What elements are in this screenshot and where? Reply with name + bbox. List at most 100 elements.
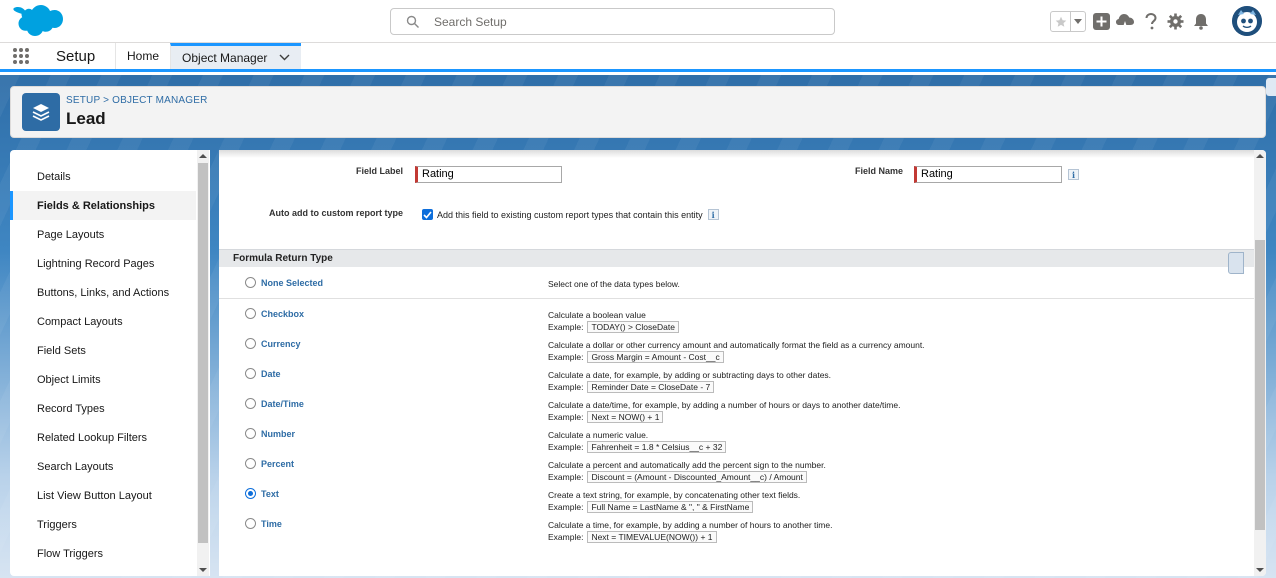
- return-type-checkbox[interactable]: Checkbox: [245, 308, 304, 319]
- favorites-group: [1050, 11, 1086, 32]
- field-label-label: Field Label: [355, 166, 403, 176]
- radio-time[interactable]: [245, 518, 256, 529]
- trailhead-guidance-icon[interactable]: [1116, 12, 1134, 30]
- salesforce-cloud-logo[interactable]: [11, 4, 63, 40]
- radio-text-selected[interactable]: [245, 488, 256, 499]
- sidebar-scrollbar[interactable]: [197, 150, 209, 576]
- header-tools: [1036, 0, 1276, 43]
- sidebar-item-buttons-links-actions[interactable]: Buttons, Links, and Actions: [10, 278, 196, 307]
- setup-gear-icon[interactable]: [1166, 12, 1184, 30]
- example-row: Example: Reminder Date = CloseDate - 7: [548, 381, 831, 393]
- radio-none-selected[interactable]: [245, 277, 256, 288]
- help-icon[interactable]: [1142, 12, 1160, 30]
- sidebar-item-lightning-record-pages[interactable]: Lightning Record Pages: [10, 249, 196, 278]
- return-type-currency[interactable]: Currency: [245, 338, 301, 349]
- favorites-dropdown-icon[interactable]: [1071, 12, 1085, 31]
- favorite-star-icon[interactable]: [1051, 12, 1071, 31]
- return-type-datetime[interactable]: Date/Time: [245, 398, 304, 409]
- tab-home-label: Home: [127, 49, 160, 63]
- collapse-panel-tab[interactable]: [1228, 252, 1244, 274]
- example-label: Example:: [548, 502, 584, 512]
- return-type-description: Calculate a date, for example, by adding…: [548, 369, 831, 393]
- radio-number[interactable]: [245, 428, 256, 439]
- auto-add-info-icon[interactable]: i: [707, 209, 719, 220]
- radio-percent[interactable]: [245, 458, 256, 469]
- return-type-description: Calculate a boolean value Example: TODAY(…: [548, 309, 679, 333]
- main-scroll-thumb[interactable]: [1255, 240, 1265, 530]
- return-type-name: Checkbox: [261, 308, 305, 319]
- auto-add-label: Auto add to custom report type: [268, 208, 403, 218]
- context-bar: Setup Home Object Manager: [0, 43, 1276, 72]
- return-type-desc: Calculate a percent and automatically ad…: [548, 460, 826, 470]
- example-code: TODAY() > CloseDate: [587, 321, 679, 333]
- example-code: Full Name = LastName & ", " & FirstName: [587, 501, 754, 513]
- utility-edge-tab[interactable]: [1266, 78, 1276, 96]
- return-type-name: Date/Time: [261, 398, 304, 409]
- tab-object-manager-label: Object Manager: [182, 50, 268, 65]
- chevron-down-icon[interactable]: [279, 54, 290, 61]
- sidebar-item-field-sets[interactable]: Field Sets: [10, 336, 196, 365]
- global-actions-plus-icon[interactable]: [1092, 12, 1110, 30]
- example-code: Next = TIMEVALUE(NOW()) + 1: [587, 531, 717, 543]
- radio-date[interactable]: [245, 368, 256, 379]
- divider: [219, 298, 1254, 299]
- example-code: Reminder Date = CloseDate - 7: [587, 381, 715, 393]
- object-layers-icon: [22, 93, 60, 131]
- scroll-down-arrow-icon[interactable]: [199, 566, 207, 574]
- radio-datetime[interactable]: [245, 398, 256, 409]
- radio-currency[interactable]: [245, 338, 256, 349]
- example-row: Example: Full Name = LastName & ", " & Fi…: [548, 501, 800, 513]
- notifications-bell-icon[interactable]: [1192, 12, 1210, 30]
- formula-return-type-header: Formula Return Type: [219, 249, 1254, 267]
- field-name-input[interactable]: Rating: [914, 166, 1062, 183]
- return-type-none-selected[interactable]: None Selected: [245, 277, 323, 288]
- tab-home[interactable]: Home: [115, 43, 170, 69]
- return-type-time[interactable]: Time: [245, 518, 282, 529]
- main-scrollbar[interactable]: [1254, 150, 1266, 576]
- sidebar-item-details[interactable]: Details: [10, 162, 196, 191]
- user-avatar[interactable]: [1232, 6, 1262, 36]
- scroll-up-arrow-icon[interactable]: [1256, 152, 1264, 160]
- sidebar-item-fields-relationships[interactable]: Fields & Relationships: [10, 191, 196, 220]
- return-type-name: Percent: [261, 458, 295, 469]
- tab-object-manager[interactable]: Object Manager: [170, 43, 302, 69]
- auto-add-text: Add this field to existing custom report…: [437, 209, 703, 220]
- example-code: Next = NOW() + 1: [587, 411, 664, 423]
- scroll-down-arrow-icon[interactable]: [1256, 566, 1264, 574]
- global-header: [0, 0, 1276, 43]
- breadcrumb[interactable]: SETUP > OBJECT MANAGER: [66, 95, 208, 106]
- main-content: Field Label Rating Field Name Rating i A…: [219, 150, 1266, 576]
- checkmark-icon: [423, 210, 432, 219]
- sidebar-item-list-view-button-layout[interactable]: List View Button Layout: [10, 481, 196, 510]
- example-label: Example:: [548, 382, 584, 392]
- search-input[interactable]: [434, 14, 814, 29]
- return-type-name: Currency: [261, 338, 301, 349]
- sidebar-item-compact-layouts[interactable]: Compact Layouts: [10, 307, 196, 336]
- search-setup-box[interactable]: [390, 8, 835, 35]
- sidebar-scroll-thumb[interactable]: [198, 163, 208, 543]
- sidebar-item-flow-triggers[interactable]: Flow Triggers: [10, 539, 196, 568]
- return-type-desc: Calculate a numeric value.: [548, 430, 649, 440]
- example-label: Example:: [548, 412, 584, 422]
- return-type-desc: Select one of the data types below.: [548, 279, 680, 289]
- return-type-name: Time: [261, 518, 282, 529]
- scroll-up-arrow-icon[interactable]: [199, 152, 207, 160]
- sidebar-item-triggers[interactable]: Triggers: [10, 510, 196, 539]
- app-launcher-waffle-icon[interactable]: [0, 43, 42, 69]
- return-type-percent[interactable]: Percent: [245, 458, 294, 469]
- auto-add-checkbox[interactable]: [422, 209, 433, 220]
- return-type-text[interactable]: Text: [245, 488, 279, 499]
- sidebar-item-object-limits[interactable]: Object Limits: [10, 365, 196, 394]
- example-code: Fahrenheit = 1.8 * Celsius__c + 32: [587, 441, 727, 453]
- return-type-date[interactable]: Date: [245, 368, 281, 379]
- sidebar-item-related-lookup-filters[interactable]: Related Lookup Filters: [10, 423, 196, 452]
- sidebar-item-search-layouts[interactable]: Search Layouts: [10, 452, 196, 481]
- field-label-input[interactable]: Rating: [415, 166, 562, 183]
- field-name-info-icon[interactable]: i: [1068, 169, 1079, 180]
- example-row: Example: Discount = (Amount - Discounted_…: [548, 471, 826, 483]
- sidebar-item-record-types[interactable]: Record Types: [10, 394, 196, 423]
- return-type-number[interactable]: Number: [245, 428, 295, 439]
- return-type-description: Calculate a dollar or other currency amo…: [548, 339, 925, 363]
- sidebar-item-page-layouts[interactable]: Page Layouts: [10, 220, 196, 249]
- radio-checkbox[interactable]: [245, 308, 256, 319]
